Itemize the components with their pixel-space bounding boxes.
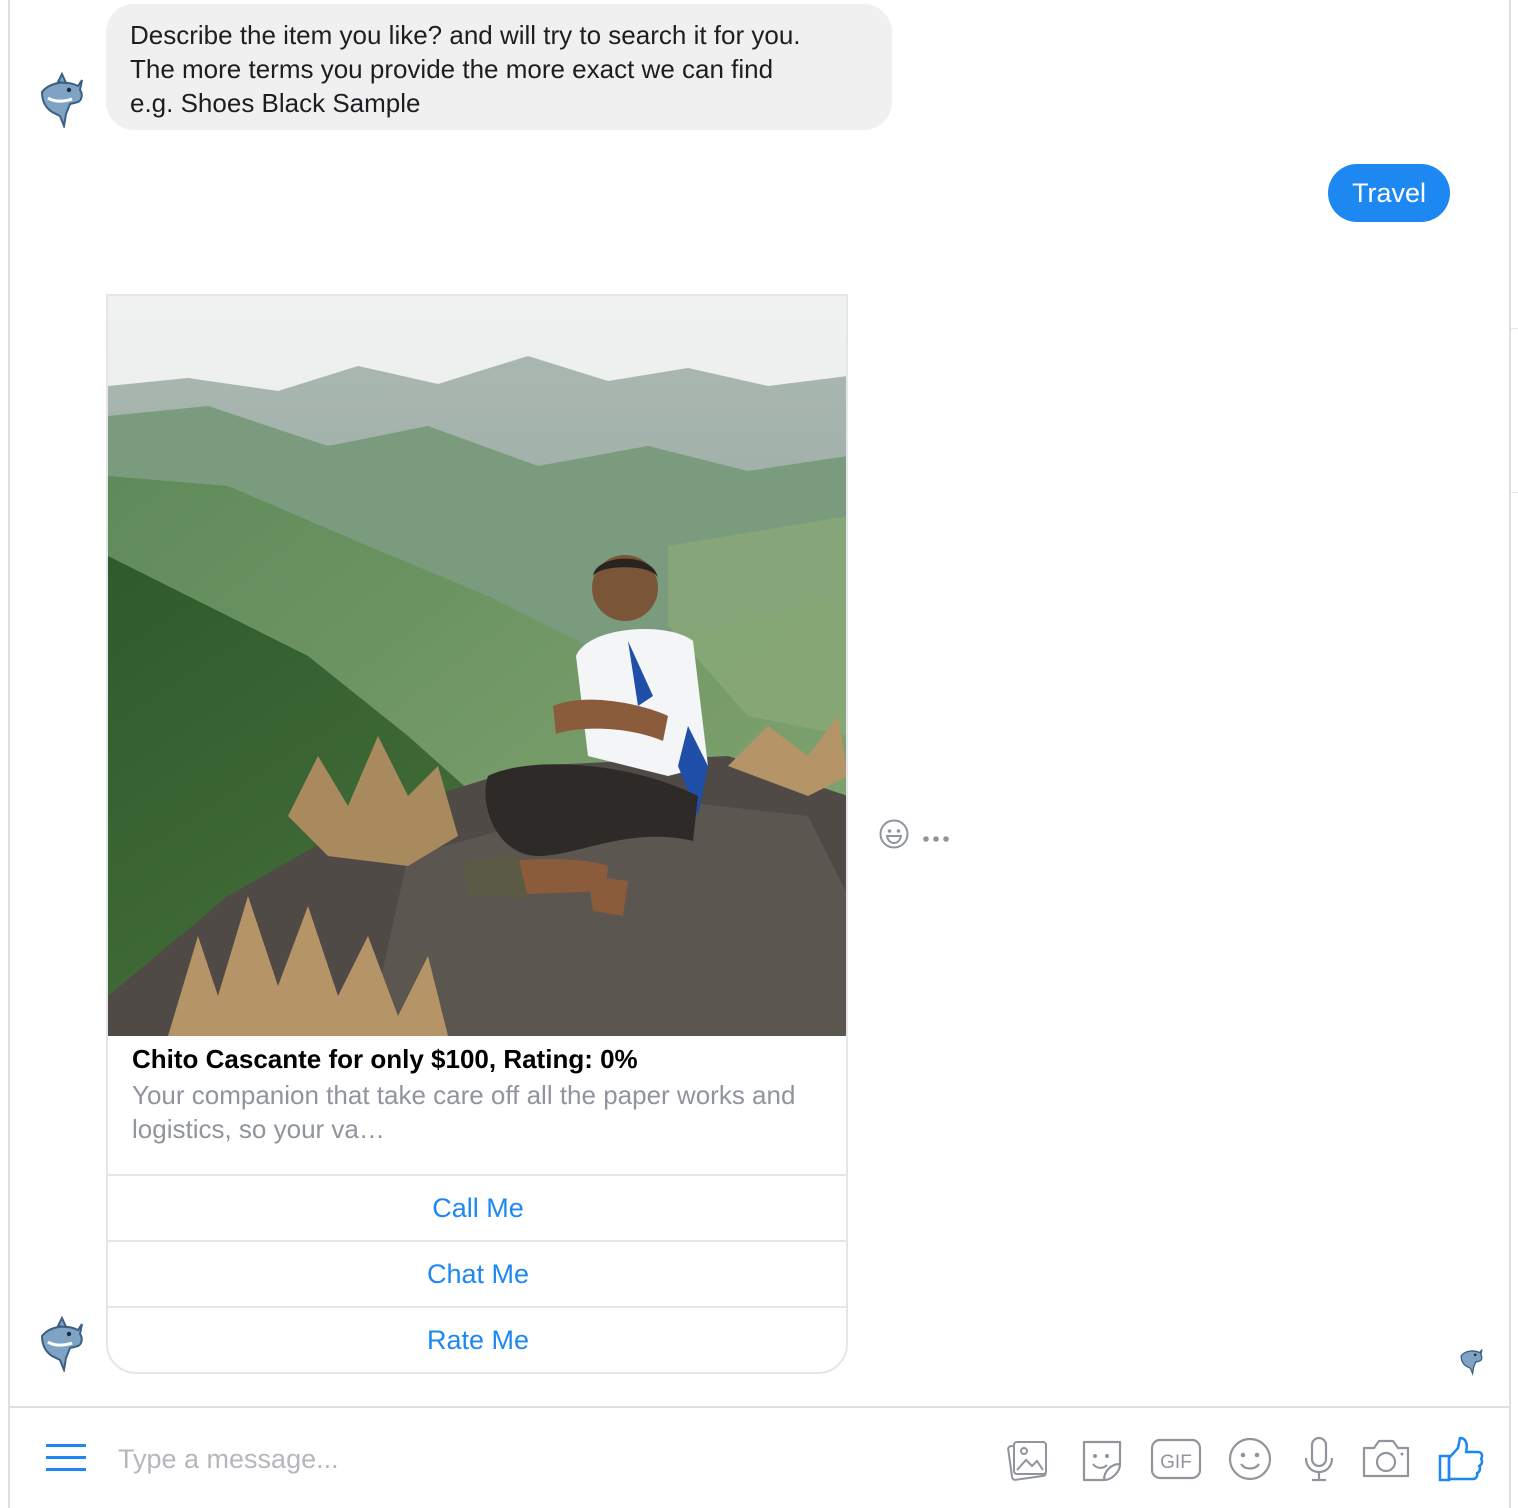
bot-message-bubble: Describe the item you like? and will try… (106, 4, 892, 130)
camera-icon[interactable] (1360, 1434, 1412, 1484)
image-icon[interactable] (1004, 1434, 1052, 1484)
user-message-bubble: Travel (1328, 164, 1450, 222)
message-input[interactable] (118, 1438, 978, 1480)
window-edge-mark (1511, 328, 1518, 329)
bot-message-line: Describe the item you like? and will try… (130, 20, 801, 50)
microphone-icon[interactable] (1300, 1434, 1338, 1484)
card-subtitle: Your companion that take care off all th… (132, 1080, 796, 1144)
mountain-photo (108, 296, 846, 1036)
card-title: Chito Cascante for only $100, Rating: 0% (132, 1044, 638, 1074)
window-left-border (8, 0, 10, 1508)
bot-message-line: The more terms you provide the more exac… (130, 54, 774, 84)
read-receipt-avatar (1458, 1344, 1484, 1376)
rate-me-button[interactable]: Rate Me (108, 1306, 846, 1372)
sticker-icon[interactable] (1078, 1434, 1126, 1484)
bot-message-line: e.g. Shoes Black Sample (130, 88, 421, 118)
chat-me-button[interactable]: Chat Me (108, 1240, 846, 1306)
thumbs-up-icon[interactable] (1436, 1434, 1484, 1484)
product-card: Chito Cascante for only $100, Rating: 0%… (106, 294, 848, 1374)
gif-label: GIF (1160, 1452, 1192, 1473)
bot-avatar[interactable] (36, 72, 86, 128)
emoji-icon[interactable] (1226, 1434, 1274, 1484)
more-options-icon[interactable] (922, 830, 950, 842)
card-photo[interactable] (108, 296, 846, 1036)
bot-avatar[interactable] (36, 1316, 86, 1372)
menu-icon[interactable] (46, 1442, 86, 1474)
reaction-smiley-icon[interactable] (878, 818, 910, 850)
call-me-button[interactable]: Call Me (108, 1174, 846, 1240)
composer-divider (10, 1406, 1510, 1408)
window-edge-mark (1511, 492, 1518, 493)
window-right-border (1509, 0, 1511, 1508)
shark-icon (40, 1316, 83, 1372)
shark-icon (1460, 1349, 1483, 1376)
gif-icon[interactable]: GIF (1148, 1434, 1204, 1484)
shark-icon (40, 72, 83, 128)
